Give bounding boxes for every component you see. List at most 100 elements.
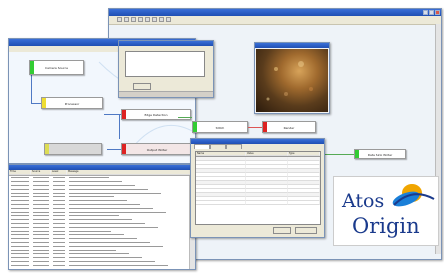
dialog-titlebar[interactable] [119,41,213,46]
log-text-mark [33,241,49,243]
undo-icon[interactable] [144,17,150,22]
properties-column-value[interactable]: Value [246,152,288,156]
node-status-tab [30,61,34,74]
sink-node-label: Data Sink Writer [367,153,393,157]
log-text-mark [33,219,49,221]
log-text-mark [69,177,109,179]
graph-node-stitch[interactable]: Stitch [192,121,248,133]
node-status-tab [263,122,267,132]
node-status-tab [193,122,197,132]
log-text-mark [53,245,65,247]
graph-edge [248,127,262,128]
graph-node-disabled[interactable] [44,143,102,155]
log-text-mark [69,188,148,190]
cut-icon[interactable] [123,17,129,22]
properties-column-type[interactable]: Type [288,152,320,156]
log-text-mark [53,226,65,228]
log-text-mark [69,196,114,198]
log-text-mark [69,260,155,262]
sink-node[interactable]: Data Sink Writer [354,149,406,159]
log-text-mark [11,253,29,255]
log-text-mark [69,234,124,236]
log-text-mark [11,207,29,209]
save-icon[interactable] [117,17,122,22]
log-text-mark [69,226,158,228]
log-text-mark [33,184,49,186]
log-text-mark [33,181,49,183]
log-text-mark [69,241,150,243]
properties-cancel-button[interactable] [295,227,317,234]
log-text-mark [53,249,65,251]
properties-ok-button[interactable] [273,227,291,234]
grid-icon[interactable] [165,17,171,22]
log-text-mark [53,181,65,183]
graph-node-camera-source[interactable]: Camera Source [29,60,84,75]
properties-column-name[interactable]: Name [196,152,246,156]
log-row[interactable] [9,263,189,267]
log-text-mark [33,196,49,198]
back-toolbar [109,16,441,25]
graph-node-edge-detection[interactable]: Edge Detection [121,109,191,120]
log-text-mark [33,192,49,194]
log-text-mark [53,238,65,240]
log-text-mark [11,238,29,240]
close-icon[interactable] [435,10,440,15]
log-column-time[interactable]: Time [9,170,31,175]
log-text-mark [33,188,49,190]
minimize-icon[interactable] [423,10,428,15]
graph-node-processor[interactable]: Processor [41,97,103,109]
log-table[interactable] [9,176,189,269]
preview-window-titlebar[interactable] [255,43,329,48]
node-label: Edge Detection [144,113,168,117]
log-text-mark [11,257,29,259]
preview-texture [266,61,313,101]
graph-node-output-writer[interactable]: Output Writer [121,143,193,155]
log-text-mark [11,234,29,236]
properties-tab[interactable] [226,144,242,149]
log-text-mark [33,249,49,251]
node-status-tab [42,98,46,108]
log-column-message[interactable]: Message [67,170,195,175]
log-text-mark [33,203,49,205]
log-text-mark [53,264,65,266]
log-text-mark [69,207,153,209]
properties-tab[interactable] [210,144,226,149]
log-text-mark [11,203,29,205]
log-column-level[interactable]: Level [51,170,67,175]
graph-edge [119,114,120,139]
log-text-mark [33,245,49,247]
log-text-mark [69,181,122,183]
paste-icon[interactable] [137,17,143,22]
back-window-titlebar[interactable] [109,9,441,16]
log-text-mark [69,192,161,194]
graph-node-render[interactable]: Render [262,121,316,133]
log-text-mark [33,215,49,217]
log-text-mark [11,196,29,198]
node-label: Processor [64,102,80,106]
properties-tab[interactable] [194,144,210,149]
atos-origin-logo: Atos Origin [333,176,439,246]
node-status-tab [45,144,49,154]
properties-cell [288,201,320,205]
maximize-icon[interactable] [429,10,434,15]
properties-rows [196,157,320,205]
node-label: Render [283,126,295,130]
log-text-mark [11,249,29,251]
preview-image [256,49,328,112]
properties-row[interactable] [196,201,320,205]
zoom-icon[interactable] [158,17,164,22]
properties-table: Name Value Type [195,151,321,225]
properties-titlebar[interactable] [191,139,324,144]
log-text-mark [53,203,65,205]
log-text-mark [33,230,49,232]
log-text-mark [53,234,65,236]
properties-cell [246,201,288,205]
log-text-mark [33,211,49,213]
log-text-mark [69,238,137,240]
preview-window [254,42,330,114]
log-panel-titlebar[interactable] [9,165,195,170]
redo-icon[interactable] [151,17,157,22]
dialog-ok-button[interactable] [133,83,151,90]
log-column-source[interactable]: Source [31,170,51,175]
copy-icon[interactable] [130,17,136,22]
